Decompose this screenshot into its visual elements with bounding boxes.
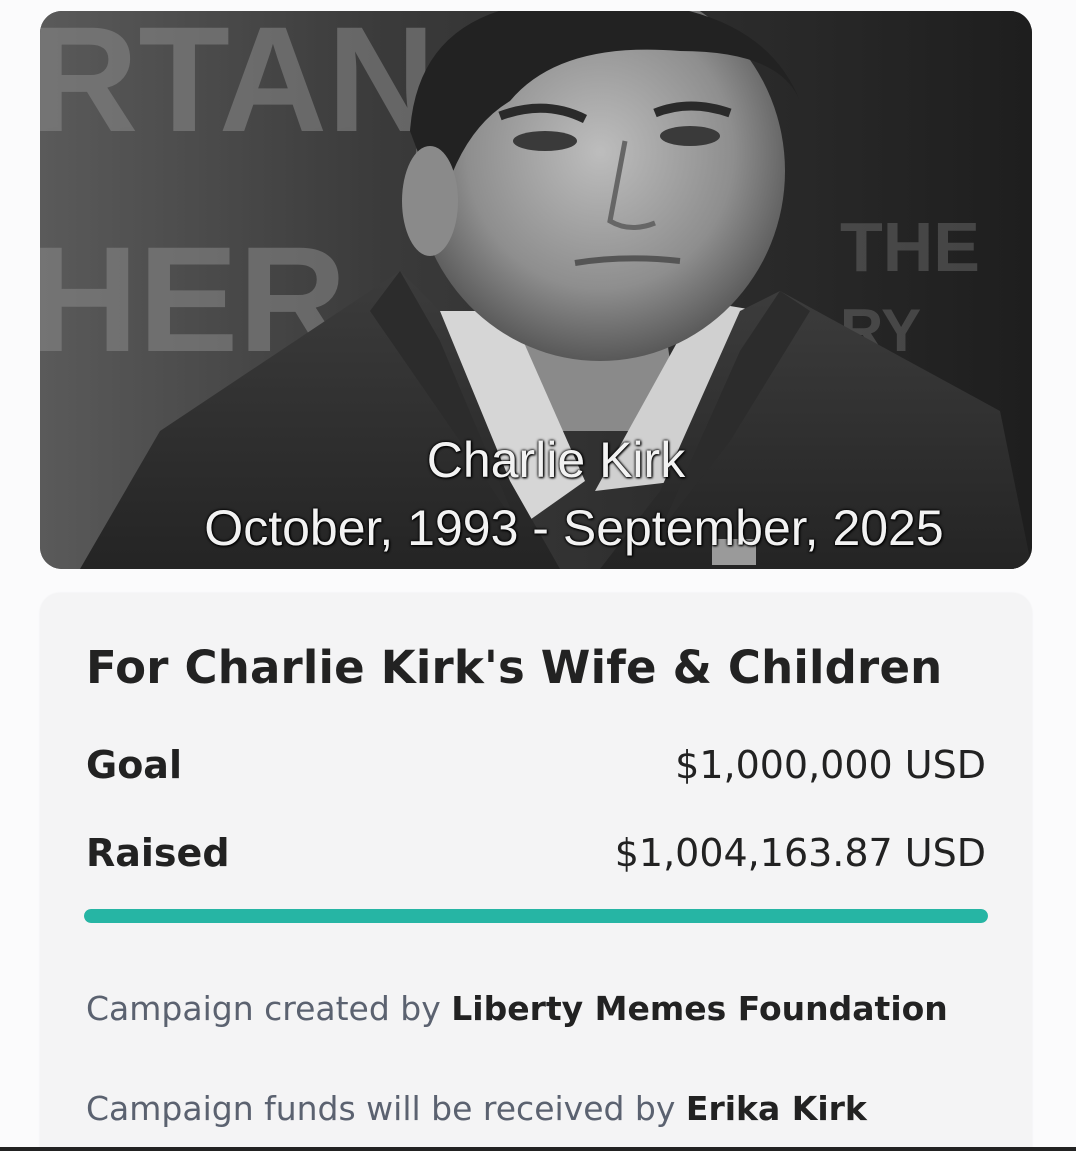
raised-label: Raised bbox=[86, 831, 230, 875]
campaign-page: RTAN HER THE RY Charlie Kirk October, 19… bbox=[0, 0, 1076, 1151]
creator-line: Campaign created by Liberty Memes Founda… bbox=[86, 989, 948, 1028]
svg-text:RTAN: RTAN bbox=[40, 11, 435, 163]
campaign-summary-card: For Charlie Kirk's Wife & Children Goal … bbox=[40, 593, 1032, 1151]
creator-name-link[interactable]: Liberty Memes Foundation bbox=[451, 989, 948, 1028]
bottom-divider bbox=[0, 1147, 1076, 1151]
recipient-prefix: Campaign funds will be received by bbox=[86, 1089, 676, 1128]
campaign-photo: RTAN HER THE RY Charlie Kirk October, 19… bbox=[40, 11, 1032, 569]
raised-value: $1,004,163.87 USD bbox=[614, 831, 986, 875]
caption-dates: October, 1993 - September, 2025 bbox=[204, 500, 944, 556]
caption-name: Charlie Kirk bbox=[426, 432, 686, 488]
creator-prefix: Campaign created by bbox=[86, 989, 441, 1028]
campaign-title: For Charlie Kirk's Wife & Children bbox=[86, 641, 943, 694]
goal-label: Goal bbox=[86, 743, 182, 787]
svg-text:THE: THE bbox=[840, 208, 980, 286]
progress-bar bbox=[84, 909, 988, 923]
goal-value: $1,000,000 USD bbox=[675, 743, 986, 787]
progress-bar-fill bbox=[84, 909, 988, 923]
recipient-name: Erika Kirk bbox=[685, 1089, 867, 1128]
recipient-line: Campaign funds will be received by Erika… bbox=[86, 1089, 867, 1128]
